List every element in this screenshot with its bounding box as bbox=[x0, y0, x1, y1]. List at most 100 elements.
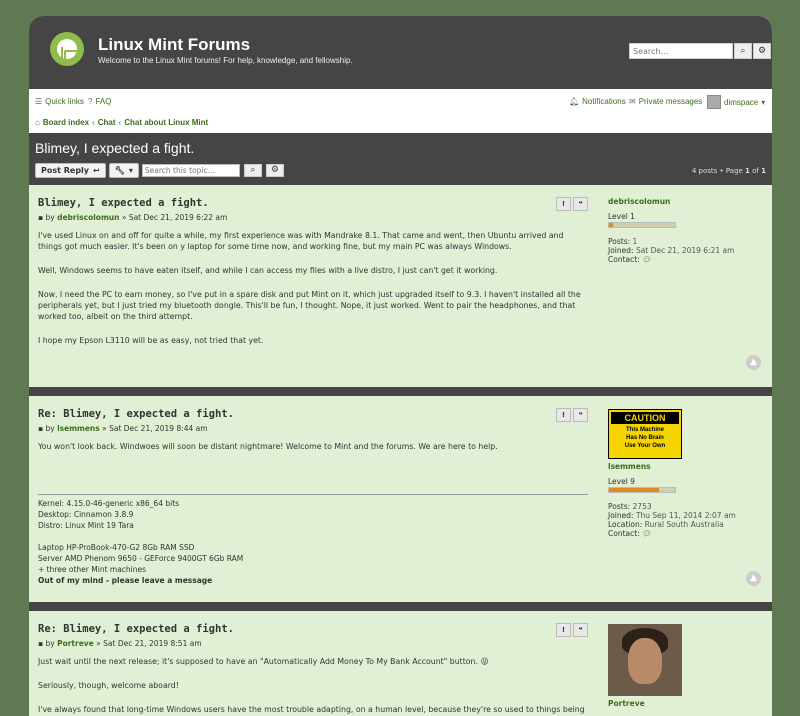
total-pages: 1 bbox=[761, 167, 766, 175]
joined-label: Joined: bbox=[608, 246, 634, 255]
contact-label: Contact: bbox=[608, 529, 640, 538]
profile-username[interactable]: Portreve bbox=[608, 699, 682, 708]
advanced-search-gear-icon[interactable]: ⚙ bbox=[753, 43, 771, 59]
back-to-top-icon[interactable]: ▲ bbox=[746, 571, 761, 586]
private-messages-link[interactable]: ✉ Private messages bbox=[629, 97, 702, 106]
signature-line: Laptop HP-ProBook-470-G2 8Gb RAM SSD bbox=[38, 543, 195, 552]
profile-rank: Level 1 bbox=[608, 212, 635, 221]
hamburger-icon: ☰ bbox=[35, 97, 43, 106]
topic-title[interactable]: Blimey, I expected a fight. bbox=[35, 140, 194, 156]
speech-bubble-icon[interactable]: 💬︎ bbox=[642, 255, 652, 264]
report-icon[interactable]: ! bbox=[556, 197, 571, 211]
post-title[interactable]: Re: Blimey, I expected a fight. bbox=[38, 408, 234, 420]
topic-search-input[interactable] bbox=[141, 164, 240, 177]
signature-line: + three other Mint machines bbox=[38, 565, 147, 574]
post-paragraph: I've used Linux on and off for quite a w… bbox=[38, 231, 564, 251]
notifications-label: Notifications bbox=[582, 97, 626, 106]
quote-icon[interactable]: ❝ bbox=[573, 197, 588, 211]
avatar[interactable] bbox=[608, 624, 682, 696]
post-divider bbox=[29, 602, 772, 611]
avatar bbox=[707, 95, 721, 109]
topic-actions: Post Reply ↩ 🔧︎ ▾ ⌕ ⚙ bbox=[35, 163, 284, 178]
quick-links-menu[interactable]: ☰ Quick links bbox=[35, 97, 84, 106]
post-profile: Portreve bbox=[608, 624, 682, 708]
linux-mint-logo-icon[interactable] bbox=[50, 32, 84, 66]
advanced-search-gear-icon[interactable]: ⚙ bbox=[265, 164, 284, 177]
post-divider bbox=[29, 387, 772, 396]
post-date: » Sat Dec 21, 2019 8:44 am bbox=[102, 424, 208, 433]
caution-text: Has No Brain bbox=[626, 435, 664, 441]
home-icon: ⌂ bbox=[35, 118, 40, 127]
topic-tools-button[interactable]: 🔧︎ ▾ bbox=[108, 163, 139, 178]
speech-bubble-icon[interactable]: 💬︎ bbox=[642, 529, 652, 538]
post: Re: Blimey, I expected a fight. ▪ by lse… bbox=[29, 396, 772, 602]
caution-avatar[interactable]: CAUTION This Machine Has No Brain Use Yo… bbox=[608, 409, 682, 459]
quote-icon[interactable]: ❝ bbox=[573, 623, 588, 637]
post-count: 4 posts • Page bbox=[691, 167, 746, 175]
breadcrumb-separator-icon: ‹ bbox=[92, 118, 95, 127]
post-reply-label: Post Reply bbox=[41, 166, 89, 175]
search-input[interactable] bbox=[629, 43, 733, 59]
post-reply-button[interactable]: Post Reply ↩ bbox=[35, 163, 106, 178]
post-icon: ▪ bbox=[38, 213, 44, 222]
faq-link[interactable]: ? FAQ bbox=[88, 97, 111, 106]
post-paragraph: Seriously, though, welcome aboard! bbox=[38, 681, 179, 690]
post-profile: debriscolomun Level 1 Posts: 1 Joined: S… bbox=[608, 197, 734, 264]
post-paragraph: Now, I need the PC to earn money, so I'v… bbox=[38, 290, 581, 321]
caution-text: CAUTION bbox=[611, 412, 679, 424]
post-signature: Kernel: 4.15.0-46-generic x86_64 bits De… bbox=[38, 494, 588, 586]
bell-icon: 🔔︎ bbox=[569, 97, 580, 106]
site-header: Linux Mint Forums Welcome to the Linux M… bbox=[29, 16, 772, 89]
post-author[interactable]: Portreve bbox=[57, 639, 94, 648]
post-author[interactable]: lsemmens bbox=[57, 424, 100, 433]
search-icon[interactable]: ⌕ bbox=[734, 43, 752, 59]
faq-label: FAQ bbox=[95, 97, 112, 106]
breadcrumb-board-index[interactable]: Board index bbox=[43, 118, 89, 127]
post-icon: ▪ bbox=[38, 424, 44, 433]
post-paragraph: Well, Windows seems to have eaten itself… bbox=[38, 266, 498, 275]
page-of: of bbox=[749, 167, 762, 175]
site-title[interactable]: Linux Mint Forums bbox=[98, 35, 250, 55]
post: Re: Blimey, I expected a fight. ▪ by Por… bbox=[29, 611, 772, 716]
post-paragraph: Just wait until the next release; it's s… bbox=[38, 657, 489, 666]
joined-label: Joined: bbox=[608, 511, 634, 520]
profile-joined: Sat Dec 21, 2019 6:21 am bbox=[635, 246, 735, 255]
post-buttons: ! ❝ bbox=[556, 408, 588, 422]
post-content: Just wait until the next release; it's s… bbox=[38, 656, 588, 716]
envelope-icon: ✉ bbox=[629, 97, 636, 106]
profile-username[interactable]: lsemmens bbox=[608, 462, 736, 471]
breadcrumb: ⌂ Board index ‹ Chat ‹ Chat about Linux … bbox=[35, 118, 208, 127]
post-title[interactable]: Re: Blimey, I expected a fight. bbox=[38, 623, 234, 635]
question-icon: ? bbox=[88, 97, 93, 106]
post-paragraph: I hope my Epson L3110 will be as easy, n… bbox=[38, 336, 264, 345]
location-label: Location: bbox=[608, 520, 643, 529]
post-buttons: ! ❝ bbox=[556, 623, 588, 637]
post-author[interactable]: debriscolomun bbox=[57, 213, 119, 222]
search-icon[interactable]: ⌕ bbox=[243, 164, 262, 177]
profile-username[interactable]: debriscolomun bbox=[608, 197, 734, 206]
post-content: You won't look back. Windwoes will soon … bbox=[38, 441, 588, 465]
profile-joined: Thu Sep 11, 2014 2:07 am bbox=[635, 511, 736, 520]
posts-label: Posts: bbox=[608, 502, 631, 511]
quote-icon[interactable]: ❝ bbox=[573, 408, 588, 422]
report-icon[interactable]: ! bbox=[556, 623, 571, 637]
breadcrumb-chat-about-linux-mint[interactable]: Chat about Linux Mint bbox=[124, 118, 208, 127]
wrench-icon: 🔧︎ bbox=[114, 166, 125, 175]
post-meta: ▪ by Portreve » Sat Dec 21, 2019 8:51 am bbox=[38, 639, 202, 648]
signature-bold-line: Out of my mind - please leave a message bbox=[38, 576, 213, 585]
signature-line: Server AMD Phenom 9650 - GEForce 9400GT … bbox=[38, 554, 244, 563]
breadcrumb-chat[interactable]: Chat bbox=[98, 118, 116, 127]
report-icon[interactable]: ! bbox=[556, 408, 571, 422]
post-title[interactable]: Blimey, I expected a fight. bbox=[38, 197, 209, 209]
rank-bar bbox=[608, 222, 676, 228]
contact-label: Contact: bbox=[608, 255, 640, 264]
profile-posts: 2753 bbox=[632, 502, 652, 511]
signature-line bbox=[38, 531, 588, 542]
back-to-top-icon[interactable]: ▲ bbox=[746, 355, 761, 370]
rank-bar-fill bbox=[609, 488, 659, 492]
user-menu[interactable]: dimspace ▾ bbox=[707, 95, 765, 109]
header-search: ⌕ ⚙ bbox=[629, 43, 771, 59]
profile-rank: Level 9 bbox=[608, 477, 635, 486]
notifications-link[interactable]: 🔔︎ Notifications bbox=[569, 97, 626, 106]
post-content: I've used Linux on and off for quite a w… bbox=[38, 230, 588, 359]
